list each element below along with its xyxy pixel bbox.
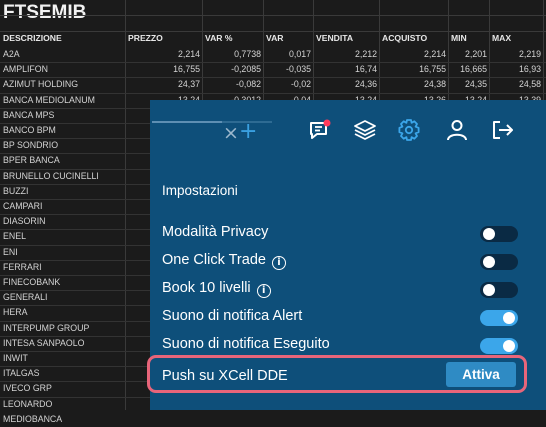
- setting-label: One Click Trade i: [162, 252, 286, 270]
- column-header-var-pct: VAR %: [205, 33, 233, 43]
- row-description: INWIT: [3, 353, 28, 363]
- table-cell: 16,74: [354, 64, 377, 75]
- table-cell: 2,214: [423, 49, 446, 59]
- row-description: CAMPARI: [3, 201, 43, 211]
- table-cell: 0,017: [288, 49, 311, 59]
- table-cell: 2,219: [518, 49, 541, 59]
- gear-icon[interactable]: [396, 118, 422, 142]
- suono-alert-toggle[interactable]: [480, 310, 518, 326]
- chat-notification-icon[interactable]: [307, 118, 333, 142]
- clear-search-icon[interactable]: ×: [223, 123, 239, 143]
- row-description: BPER BANCA: [3, 155, 60, 166]
- table-cell: 16,755: [419, 64, 446, 75]
- table-cell: -0,2085: [231, 64, 261, 75]
- sheet-title: FTSEMIB: [3, 2, 87, 23]
- toggle-knob: [503, 312, 515, 324]
- row-description: ITALGAS: [3, 368, 40, 379]
- row-description: FINECOBANK: [3, 277, 61, 287]
- row-description: HERA: [3, 307, 28, 318]
- table-cell: 24,58: [518, 79, 541, 90]
- table-cell: -0,035: [286, 64, 311, 75]
- search-underline: [152, 121, 222, 123]
- toggle-knob: [503, 340, 515, 352]
- setting-label: Modalità Privacy: [162, 224, 269, 240]
- column-header-prezzo: PREZZO: [128, 33, 163, 43]
- row-description: BANCA MEDIOLANUM: [3, 94, 95, 105]
- row-description: LEONARDO: [3, 398, 53, 409]
- setting-one-click-trade: One Click Trade i: [162, 252, 518, 272]
- column-header-var: VAR: [266, 33, 284, 43]
- row-description: BANCA MPS: [3, 109, 55, 120]
- toggle-knob: [483, 228, 495, 240]
- table-cell: 16,665: [460, 64, 487, 75]
- setting-label: Suono di notifica Eseguito: [162, 336, 330, 352]
- row-description: IVECO GRP: [3, 383, 52, 394]
- column-header-acquisto: ACQUISTO: [382, 33, 428, 43]
- book-10-livelli-toggle[interactable]: [480, 282, 518, 298]
- table-cell: 16,93: [518, 64, 541, 75]
- suono-eseguito-toggle[interactable]: [480, 338, 518, 354]
- column-header-max: MAX: [492, 33, 512, 43]
- setting-label: Book 10 livelli i: [162, 280, 271, 298]
- row-description: INTESA SANPAOLO: [3, 337, 85, 348]
- setting-modalita-privacy: Modalità Privacy: [162, 224, 518, 244]
- toggle-knob: [483, 256, 495, 268]
- one-click-trade-toggle[interactable]: [480, 254, 518, 270]
- row-description: A2A: [3, 49, 20, 59]
- table-cell: 24,38: [423, 79, 446, 90]
- row-description: BP SONDRIO: [3, 140, 59, 151]
- table-cell: 2,212: [354, 49, 377, 59]
- table-cell: 24,36: [354, 79, 377, 90]
- setting-suono-eseguito: Suono di notifica Eseguito: [162, 336, 518, 356]
- row-description: DIASORIN: [3, 216, 46, 227]
- table-row: A2A 2,214 0,7738 0,017 2,212 2,214 2,201 2,219: [0, 47, 546, 62]
- setting-label: Suono di notifica Alert: [162, 308, 303, 324]
- row-description: BUZZI: [3, 185, 29, 196]
- row-description: BANCO BPM: [3, 125, 56, 135]
- panel-toolbar: × +: [150, 100, 546, 159]
- table-cell: 0,7738: [234, 49, 261, 59]
- column-header-vendita: VENDITA: [316, 33, 354, 43]
- table-cell: -0,082: [236, 79, 261, 90]
- row-description: ENI: [3, 246, 18, 257]
- row-description: BRUNELLO CUCINELLI: [3, 170, 99, 181]
- row-description: GENERALI: [3, 292, 48, 303]
- table-cell: 2,214: [177, 49, 200, 59]
- table-cell: 24,37: [177, 79, 200, 90]
- info-icon[interactable]: i: [271, 256, 286, 270]
- add-icon[interactable]: +: [239, 121, 257, 143]
- column-header-min: MIN: [451, 33, 467, 43]
- settings-panel: × + Impostazioni Modalità Privacy One Cl…: [147, 100, 546, 410]
- setting-suono-alert: Suono di notifica Alert: [162, 308, 518, 328]
- row-description: INTERPUMP GROUP: [3, 322, 90, 333]
- table-row: MEDIOBANCA: [0, 412, 546, 427]
- notification-badge: [323, 119, 331, 127]
- table-cell: 16,755: [173, 64, 200, 75]
- table-row: AMPLIFON 16,755 -0,2085 -0,035 16,74 16,755 16…: [0, 62, 546, 77]
- privacy-toggle[interactable]: [480, 226, 518, 242]
- row-description: FERRARI: [3, 261, 42, 272]
- layers-icon[interactable]: [352, 118, 378, 142]
- row-description: AMPLIFON: [3, 64, 48, 75]
- setting-book-10-livelli: Book 10 livelli i: [162, 280, 518, 300]
- table-row: AZIMUT HOLDING 24,37 -0,082 -0,02 24,36 24,38…: [0, 77, 546, 92]
- column-header-descrizione: DESCRIZIONE: [3, 33, 62, 43]
- info-icon[interactable]: i: [256, 284, 271, 298]
- toggle-knob: [483, 284, 495, 296]
- table-cell: 2,201: [464, 49, 487, 59]
- dde-label: Push su XCell DDE: [162, 368, 288, 384]
- row-description: AZIMUT HOLDING: [3, 79, 79, 90]
- row-description: ENEL: [3, 231, 26, 242]
- attiva-button[interactable]: Attiva: [446, 362, 516, 387]
- table-cell: -0,02: [290, 79, 311, 90]
- user-icon[interactable]: [444, 118, 470, 142]
- logout-icon[interactable]: [489, 118, 515, 142]
- row-description: MEDIOBANCA: [3, 413, 63, 424]
- settings-section-title: Impostazioni: [162, 183, 238, 198]
- table-cell: 24,35: [464, 79, 487, 90]
